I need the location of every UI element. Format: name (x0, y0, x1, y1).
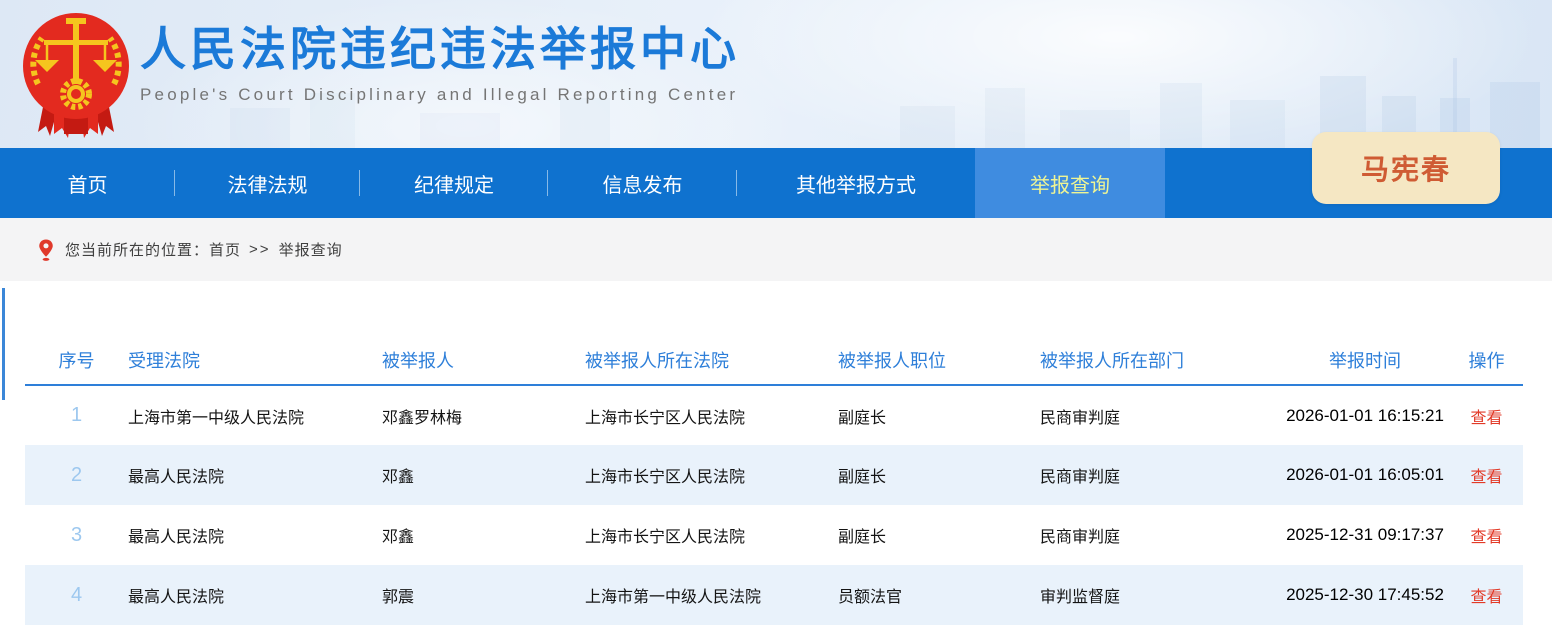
col-header-report-time: 举报时间 (1280, 335, 1450, 385)
col-header-accepting-court: 受理法院 (128, 335, 382, 385)
breadcrumb-home-link[interactable]: 首页 (209, 239, 241, 260)
table-row: 3最高人民法院邓鑫上海市长宁区人民法院副庭长民商审判庭2025-12-31 09… (25, 505, 1523, 565)
breadcrumb: 您当前所在的位置： 首页 >> 举报查询 (0, 218, 1552, 281)
view-link[interactable]: 查看 (1470, 589, 1502, 606)
col-header-action: 操作 (1450, 335, 1523, 385)
nav-item-3[interactable]: 纪律规定 (360, 148, 548, 218)
col-header-department: 被举报人所在部门 (1040, 335, 1280, 385)
cell-accepting-court: 最高人民法院 (128, 565, 382, 625)
view-link[interactable]: 查看 (1470, 469, 1502, 486)
col-header-reported-person: 被举报人 (382, 335, 585, 385)
cell-accepting-court: 上海市第一中级人民法院 (128, 385, 382, 445)
col-header-position: 被举报人职位 (838, 335, 1040, 385)
nav-item-2[interactable]: 法律法规 (175, 148, 360, 218)
breadcrumb-prefix: 您当前所在的位置： (65, 239, 209, 260)
cell-action: 查看 (1450, 385, 1523, 445)
cell-reported-person: 郭震 (382, 565, 585, 625)
site-header: 人民法院违纪违法举报中心 People's Court Disciplinary… (0, 0, 1552, 148)
report-query-main: 序号 受理法院 被举报人 被举报人所在法院 被举报人职位 被举报人所在部门 举报… (0, 281, 1552, 625)
nav-item-1[interactable]: 首页 (0, 148, 175, 218)
location-pin-icon (37, 238, 55, 262)
cell-action: 查看 (1450, 445, 1523, 505)
left-edge-accent (2, 288, 5, 400)
nav-item-5[interactable]: 其他举报方式 (737, 148, 975, 218)
table-row: 2最高人民法院邓鑫上海市长宁区人民法院副庭长民商审判庭2026-01-01 16… (25, 445, 1523, 505)
site-title-english: People's Court Disciplinary and Illegal … (140, 85, 740, 105)
cell-report-time: 2026-01-01 16:15:21 (1280, 385, 1450, 445)
cell-reported-court: 上海市长宁区人民法院 (585, 385, 838, 445)
view-link[interactable]: 查看 (1470, 410, 1502, 427)
cell-accepting-court: 最高人民法院 (128, 505, 382, 565)
cell-position: 副庭长 (838, 445, 1040, 505)
nav-item-label: 其他举报方式 (796, 169, 916, 198)
cell-report-time: 2025-12-31 09:17:37 (1280, 505, 1450, 565)
cell-report-time: 2025-12-30 17:45:52 (1280, 565, 1450, 625)
nav-item-label: 信息发布 (603, 169, 683, 198)
cell-department: 民商审判庭 (1040, 445, 1280, 505)
nav-item-4[interactable]: 信息发布 (548, 148, 737, 218)
report-table-body: 1上海市第一中级人民法院邓鑫罗林梅上海市长宁区人民法院副庭长民商审判庭2026-… (25, 385, 1523, 625)
cell-reported-person: 邓鑫罗林梅 (382, 385, 585, 445)
cell-department: 民商审判庭 (1040, 385, 1280, 445)
cell-reported-court: 上海市长宁区人民法院 (585, 445, 838, 505)
col-header-reported-court: 被举报人所在法院 (585, 335, 838, 385)
cell-position: 副庭长 (838, 385, 1040, 445)
breadcrumb-current: 举报查询 (279, 239, 343, 260)
cell-index: 4 (25, 565, 128, 625)
table-row: 4最高人民法院郭震上海市第一中级人民法院员额法官审判监督庭2025-12-30 … (25, 565, 1523, 625)
cell-action: 查看 (1450, 505, 1523, 565)
nav-item-label: 法律法规 (228, 169, 308, 198)
cell-position: 副庭长 (838, 505, 1040, 565)
cell-index: 1 (25, 385, 128, 445)
cell-accepting-court: 最高人民法院 (128, 445, 382, 505)
cell-position: 员额法官 (838, 565, 1040, 625)
view-link[interactable]: 查看 (1470, 529, 1502, 546)
nav-item-label: 纪律规定 (414, 169, 494, 198)
cell-index: 3 (25, 505, 128, 565)
nav-item-label: 首页 (68, 169, 108, 198)
report-table: 序号 受理法院 被举报人 被举报人所在法院 被举报人职位 被举报人所在部门 举报… (25, 335, 1523, 625)
court-emblem-logo (20, 6, 132, 142)
user-badge[interactable]: 马宪春 (1312, 132, 1500, 204)
cell-reported-court: 上海市第一中级人民法院 (585, 565, 838, 625)
table-header-row: 序号 受理法院 被举报人 被举报人所在法院 被举报人职位 被举报人所在部门 举报… (25, 335, 1523, 385)
cell-department: 审判监督庭 (1040, 565, 1280, 625)
nav-item-label: 举报查询 (1030, 169, 1110, 198)
site-title-block: 人民法院违纪违法举报中心 People's Court Disciplinary… (140, 22, 740, 105)
col-header-index: 序号 (25, 335, 128, 385)
cell-report-time: 2026-01-01 16:05:01 (1280, 445, 1450, 505)
table-row: 1上海市第一中级人民法院邓鑫罗林梅上海市长宁区人民法院副庭长民商审判庭2026-… (25, 385, 1523, 445)
cell-action: 查看 (1450, 565, 1523, 625)
cell-reported-court: 上海市长宁区人民法院 (585, 505, 838, 565)
cell-reported-person: 邓鑫 (382, 505, 585, 565)
nav-item-6[interactable]: 举报查询 (975, 148, 1165, 218)
site-title-chinese: 人民法院违纪违法举报中心 (140, 22, 740, 77)
cell-department: 民商审判庭 (1040, 505, 1280, 565)
breadcrumb-separator: >> (249, 241, 271, 258)
cell-index: 2 (25, 445, 128, 505)
cell-reported-person: 邓鑫 (382, 445, 585, 505)
